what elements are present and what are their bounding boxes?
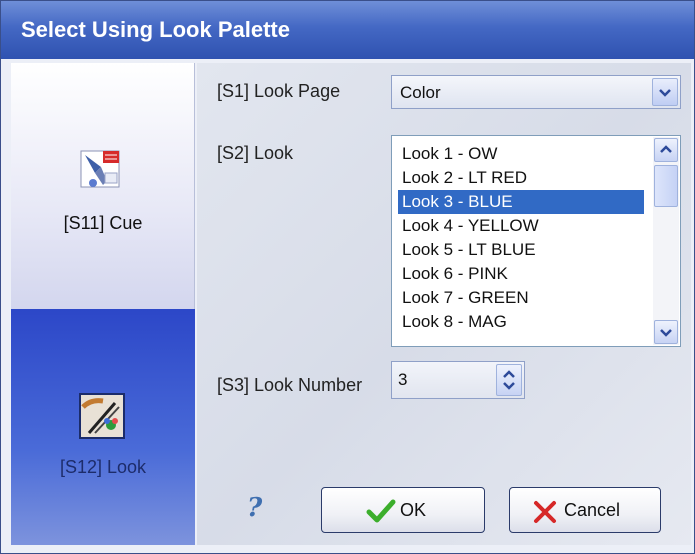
list-item[interactable]: Look 5 - LT BLUE	[398, 238, 644, 262]
close-x-icon	[534, 501, 556, 523]
spin-buttons[interactable]	[496, 364, 522, 396]
chevron-down-icon	[659, 89, 671, 97]
look-list[interactable]: Look 1 - OW Look 2 - LT RED Look 3 - BLU…	[391, 135, 681, 347]
help-button[interactable]: ?	[247, 493, 262, 523]
look-number-label: [S3] Look Number	[217, 375, 363, 395]
look-page-label: [S1] Look Page	[217, 81, 341, 101]
vertical-scrollbar[interactable]	[653, 137, 679, 345]
scroll-down-button[interactable]	[654, 320, 678, 344]
chevron-up-icon	[660, 145, 672, 153]
ok-label: OK	[400, 500, 427, 520]
checkmark-icon	[366, 499, 396, 523]
list-item-selected[interactable]: Look 3 - BLUE	[398, 190, 644, 214]
ok-button[interactable]: OK	[321, 487, 485, 533]
list-item[interactable]: Look 8 - MAG	[398, 310, 644, 334]
sidebar-item-cue[interactable]: [S11] Cue	[11, 63, 195, 309]
look-page-value: Color	[400, 83, 441, 102]
list-item[interactable]: Look 7 - GREEN	[398, 286, 644, 310]
cue-icon	[79, 147, 125, 193]
look-label: [S2] Look	[217, 143, 294, 163]
window-title: Select Using Look Palette	[21, 17, 290, 42]
list-item[interactable]: Look 1 - OW	[398, 142, 644, 166]
list-item[interactable]: Look 6 - PINK	[398, 262, 644, 286]
list-item[interactable]: Look 2 - LT RED	[398, 166, 644, 190]
spin-updown-icon	[503, 370, 515, 390]
cancel-button[interactable]: Cancel	[509, 487, 661, 533]
dialog-window: Select Using Look Palette [S11] Cue [S12…	[0, 0, 695, 554]
cancel-label: Cancel	[564, 500, 621, 520]
title-bar[interactable]: Select Using Look Palette	[1, 1, 694, 59]
sidebar-item-look[interactable]: [S12] Look	[11, 309, 195, 545]
sidebar-item-label: [S11] Cue	[63, 213, 143, 233]
chevron-down-icon	[660, 329, 672, 337]
content-panel: [S1] Look Page Color [S2] Look Look 1 - …	[197, 63, 691, 545]
look-page-select[interactable]: Color	[391, 75, 681, 109]
sidebar-item-label: [S12] Look	[59, 457, 147, 477]
scroll-thumb[interactable]	[654, 165, 678, 207]
scroll-up-button[interactable]	[654, 138, 678, 162]
list-item[interactable]: Look 4 - YELLOW	[398, 214, 644, 238]
dropdown-button[interactable]	[652, 78, 678, 106]
look-icon	[79, 393, 125, 439]
look-number-spinner[interactable]: 3	[391, 361, 525, 399]
look-number-value: 3	[398, 370, 408, 389]
sidebar: [S11] Cue [S12] Look	[11, 63, 195, 545]
